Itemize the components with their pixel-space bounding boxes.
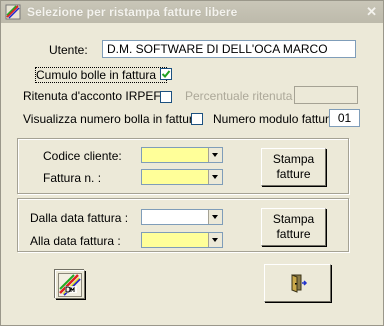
exit-button[interactable] [264,264,331,302]
dalla-data-combo[interactable] [141,209,223,225]
ritenuta-checkbox[interactable] [160,91,172,103]
stampa-label: Stampa [272,212,315,226]
close-icon[interactable]: ✕ [366,4,377,20]
codice-cliente-label: Codice cliente: [43,149,122,163]
chevron-down-icon[interactable] [208,148,222,162]
title-bar: Selezione per ristampa fatture libere ✕ [1,1,383,23]
dalla-data-label: Dalla data fattura : [30,211,129,225]
visualizza-label: Visualizza numero bolla in fattura [23,112,200,126]
stampa-label: Stampa [272,152,315,166]
chevron-down-icon[interactable] [208,170,222,184]
stampa-fatture-button-2[interactable]: Stampa fatture [261,208,326,246]
fattura-combo[interactable] [141,169,223,185]
utente-label: Utente: [49,43,88,57]
cumulo-checkbox[interactable] [160,68,172,80]
alla-data-label: Alla data fattura : [30,234,121,248]
cumulo-label: Cumulo bolle in fattura ? [34,67,168,83]
visualizza-checkbox[interactable] [191,113,203,125]
codice-cliente-combo[interactable] [141,147,223,163]
modulo-field[interactable]: 01 [329,109,360,127]
modulo-label: Numero modulo fattura: [213,112,340,126]
percentuale-field[interactable] [294,86,358,104]
fattura-label: Fattura n. : [43,171,102,185]
app-icon [5,4,21,20]
dialog-window: Selezione per ristampa fatture libere ✕ … [0,0,384,326]
chevron-down-icon[interactable] [208,233,222,247]
stampa-fatture-button-1[interactable]: Stampa fatture [261,148,326,186]
alla-data-combo[interactable] [141,232,223,248]
window-title: Selezione per ristampa fatture libere [27,5,238,19]
ritenuta-label: Ritenuta d'acconto IRPEF? [23,89,168,103]
fatture-label: fatture [276,227,311,241]
fatture-label: fatture [276,167,311,181]
utente-field[interactable]: D.M. SOFTWARE DI DELL'OCA MARCO [102,40,356,58]
checkmark-icon [161,70,171,78]
exit-door-icon [291,274,307,293]
chevron-down-icon[interactable] [208,210,222,224]
percentuale-label: Percentuale ritenuta [185,89,293,103]
dm-logo-button[interactable] [55,270,85,299]
dm-logo-icon [58,272,82,297]
